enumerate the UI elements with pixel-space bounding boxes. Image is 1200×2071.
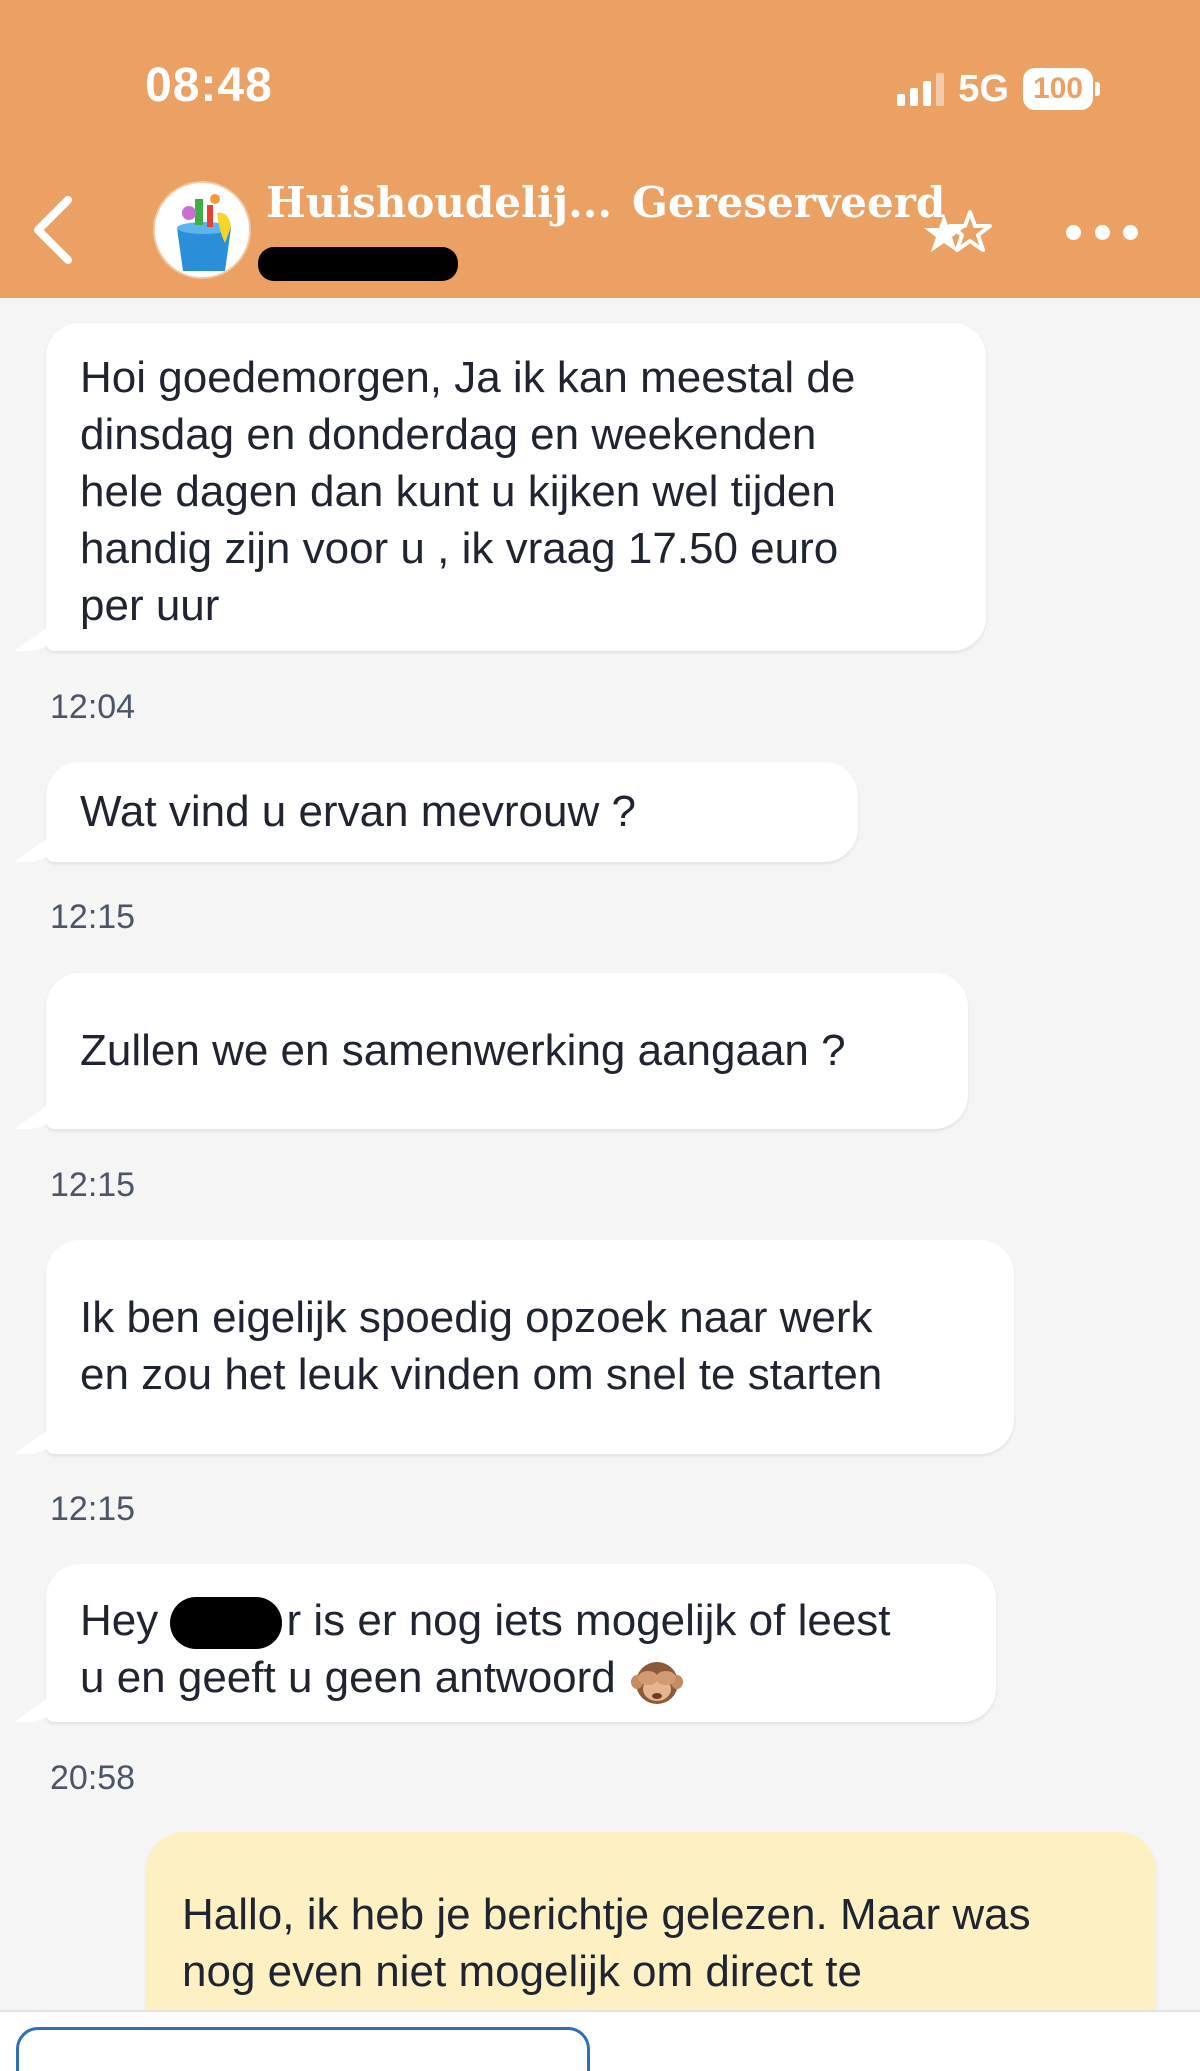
message-bubble[interactable]: Hey r is er nog iets mogelijk of leest u…: [46, 1564, 996, 1722]
message-text: Zullen we en samenwerking aangaan ?: [80, 1026, 846, 1075]
status-indicators: 5G 100: [897, 66, 1100, 112]
message-text: Hallo, ik heb je berichtje gelezen. Maar…: [182, 1890, 1031, 1996]
network-type: 5G: [958, 67, 1009, 110]
message-bubble[interactable]: Ik ben eigelijk spoedig opzoek naar werk…: [46, 1240, 1014, 1454]
message-text: Hoi goedemorgen, Ja ik kan meestal de di…: [80, 353, 856, 630]
see-no-evil-monkey-icon: [631, 1661, 683, 1704]
star-icon: [924, 210, 992, 252]
message-text: Ik ben eigelijk spoedig opzoek naar werk…: [80, 1293, 883, 1399]
message-time: 12:15: [50, 898, 136, 936]
message-text: Hey r is er nog iets mogelijk of leest u…: [80, 1592, 891, 1706]
battery-level: 100: [1022, 68, 1093, 110]
more-button[interactable]: [1062, 210, 1142, 254]
message-time: 12:15: [50, 1490, 136, 1528]
battery-icon: 100: [1022, 68, 1100, 110]
chat-header: 08:48 5G 100 Huishoudelij... Gereserveer…: [0, 0, 1200, 298]
back-button[interactable]: [22, 190, 82, 270]
message-time: 12:04: [50, 688, 136, 726]
message-bubble[interactable]: Hoi goedemorgen, Ja ik kan meestal de di…: [46, 323, 986, 651]
chevron-left-icon: [34, 196, 72, 264]
listing-title: Huishoudelij...: [266, 178, 612, 227]
message-time: 12:15: [50, 1166, 136, 1204]
chat-title[interactable]: Huishoudelij... Gereserveerd: [266, 178, 945, 227]
message-bubble[interactable]: Zullen we en samenwerking aangaan ?: [46, 973, 968, 1129]
message-time: 20:58: [50, 1759, 136, 1797]
redacted-name: [258, 247, 458, 281]
cleaning-bucket-icon: [155, 183, 249, 277]
contact-avatar[interactable]: [153, 181, 251, 279]
signal-icon: [897, 72, 945, 106]
status-time: 08:48: [145, 59, 273, 112]
message-text: Wat vind u ervan mevrouw ?: [80, 787, 636, 836]
favorite-button[interactable]: [922, 204, 994, 264]
more-icon: [1066, 224, 1081, 240]
message-input[interactable]: [16, 2027, 590, 2071]
message-bubble[interactable]: Wat vind u ervan mevrouw ?: [46, 762, 858, 862]
redacted-name: [170, 1597, 283, 1650]
reservation-status: Gereserveerd: [631, 178, 946, 227]
